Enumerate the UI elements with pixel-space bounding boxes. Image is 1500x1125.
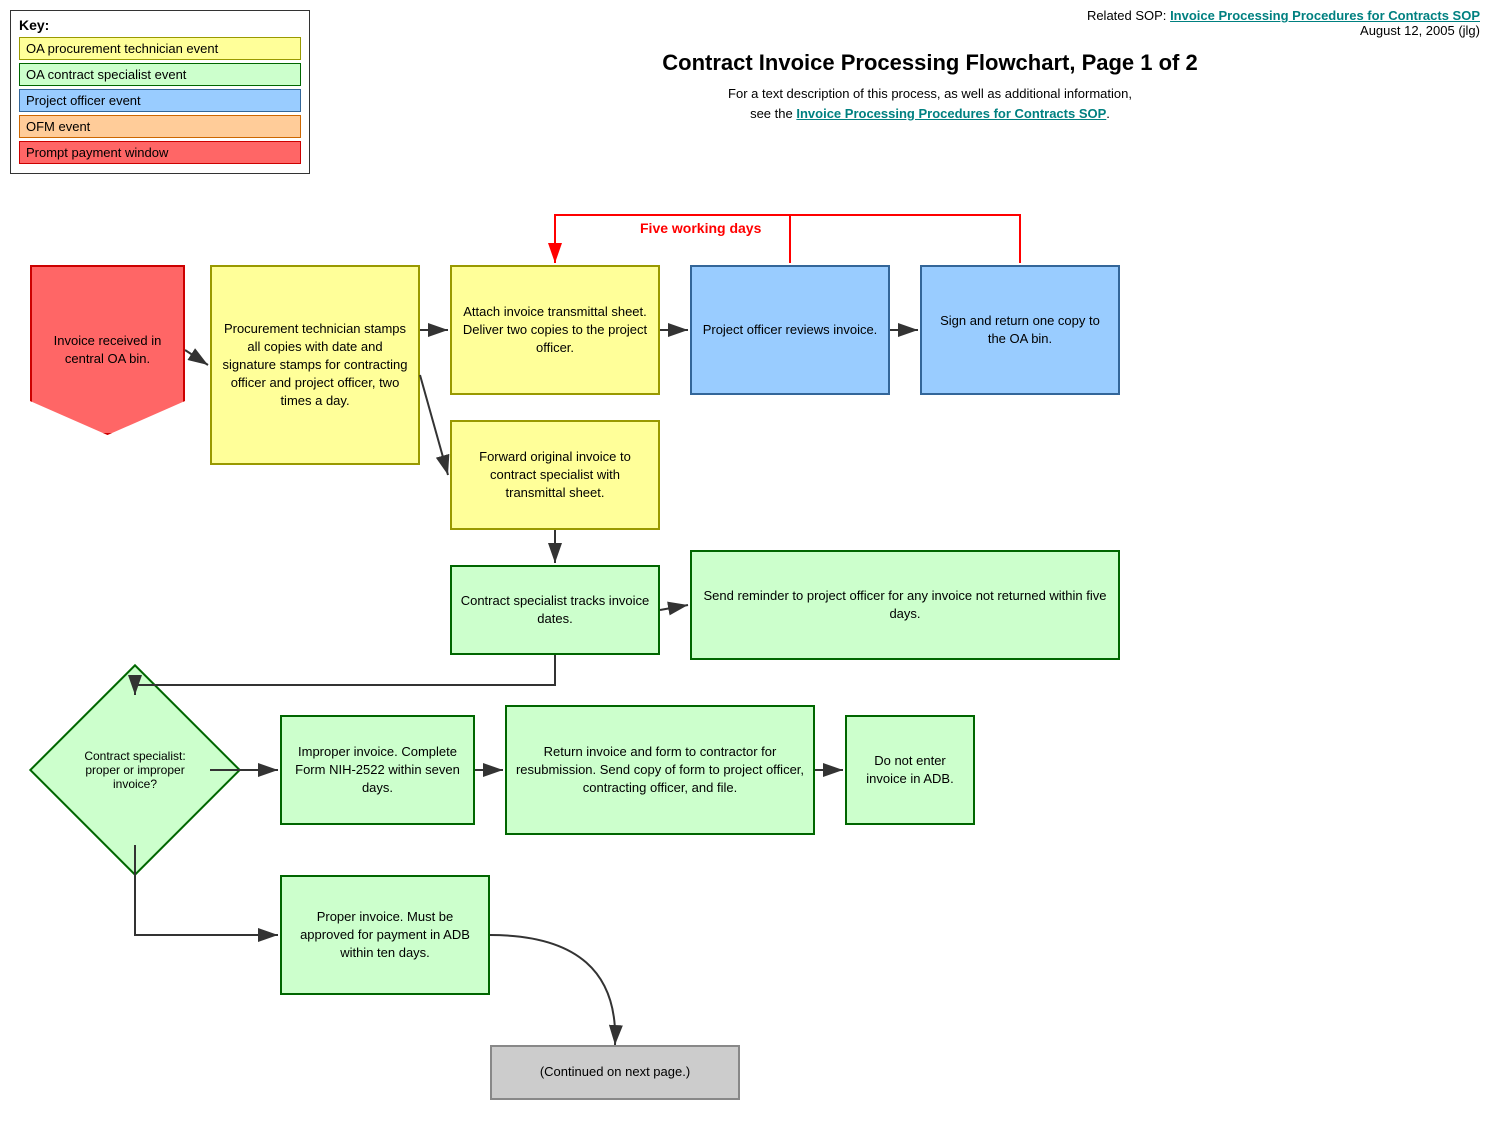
legend-title: Key:	[19, 17, 301, 33]
procurement-technician-node: Procurement technician stamps all copies…	[210, 265, 420, 465]
legend-item-4: Prompt payment window	[19, 141, 301, 164]
date-line: August 12, 2005 (jlg)	[1087, 23, 1480, 38]
legend-item-2: Project officer event	[19, 89, 301, 112]
sop-link[interactable]: Invoice Processing Procedures for Contra…	[1170, 8, 1480, 23]
header-area: Related SOP: Invoice Processing Procedur…	[1087, 8, 1480, 38]
flowchart-area: Five working days Invoice received in ce…	[0, 175, 1500, 1125]
contract-specialist-tracks-node: Contract specialist tracks invoice dates…	[450, 565, 660, 655]
continued-node: (Continued on next page.)	[490, 1045, 740, 1100]
diamond-node: Contract specialist: proper or improper …	[29, 664, 241, 876]
five-days-label: Five working days	[640, 220, 761, 236]
do-not-enter-node: Do not enter invoice in ADB.	[845, 715, 975, 825]
subtitle: For a text description of this process, …	[380, 84, 1480, 123]
proper-invoice-node: Proper invoice. Must be approved for pay…	[280, 875, 490, 995]
legend-item-0: OA procurement technician event	[19, 37, 301, 60]
legend-box: Key: OA procurement technician event OA …	[10, 10, 310, 174]
sign-return-node: Sign and return one copy to the OA bin.	[920, 265, 1120, 395]
forward-original-node: Forward original invoice to contract spe…	[450, 420, 660, 530]
main-title-area: Contract Invoice Processing Flowchart, P…	[380, 50, 1480, 123]
invoice-received-node: Invoice received in central OA bin.	[30, 265, 185, 435]
subtitle-line2: see the	[750, 106, 793, 121]
return-invoice-node: Return invoice and form to contractor fo…	[505, 705, 815, 835]
send-reminder-node: Send reminder to project officer for any…	[690, 550, 1120, 660]
legend-item-3: OFM event	[19, 115, 301, 138]
subtitle-link[interactable]: Invoice Processing Procedures for Contra…	[796, 106, 1106, 121]
related-sop-label: Related SOP:	[1087, 8, 1167, 23]
subtitle-line1: For a text description of this process, …	[728, 86, 1132, 101]
legend-item-1: OA contract specialist event	[19, 63, 301, 86]
page-title: Contract Invoice Processing Flowchart, P…	[380, 50, 1480, 76]
project-officer-reviews-node: Project officer reviews invoice.	[690, 265, 890, 395]
improper-invoice-node: Improper invoice. Complete Form NIH-2522…	[280, 715, 475, 825]
related-sop-line: Related SOP: Invoice Processing Procedur…	[1087, 8, 1480, 23]
subtitle-end: .	[1106, 106, 1110, 121]
attach-transmittal-node: Attach invoice transmittal sheet. Delive…	[450, 265, 660, 395]
